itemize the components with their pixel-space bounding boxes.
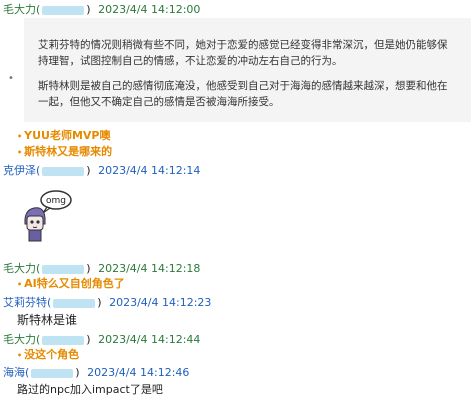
redacted-id <box>42 166 85 176</box>
paren: ) <box>86 3 91 16</box>
sender-name[interactable]: 毛大力( <box>3 333 40 346</box>
redacted-id <box>42 264 85 274</box>
redacted-id <box>31 368 74 378</box>
bullet-icon: • <box>8 73 14 84</box>
paren: ) <box>86 333 91 346</box>
timestamp: 2023/4/4 14:12:46 <box>87 366 190 379</box>
bullet-icon: • <box>17 280 23 289</box>
paren: ) <box>97 296 102 309</box>
bullet-icon: • <box>17 132 23 141</box>
message-header-4: 艾莉芬特() 2023/4/4 14:12:23 <box>3 296 211 310</box>
timestamp: 2023/4/4 14:12:00 <box>98 3 201 16</box>
message-header-2: 克伊泽() 2023/4/4 14:12:14 <box>3 164 200 178</box>
paren: ) <box>86 164 91 177</box>
message-text: 斯特林是谁 <box>17 313 78 327</box>
timestamp: 2023/4/4 14:12:14 <box>98 164 201 177</box>
sender-name[interactable]: 海海( <box>3 366 29 379</box>
bullet-icon: • <box>17 148 23 157</box>
sender-name[interactable]: 毛大力( <box>3 3 40 16</box>
quoted-text-block: 艾莉芬特的情况则稍微有些不同，她对于恋爱的感觉已经变得非常深沉，但是她仍能够保持… <box>24 18 471 122</box>
sender-name[interactable]: 毛大力( <box>3 262 40 275</box>
timestamp: 2023/4/4 14:12:18 <box>98 262 201 275</box>
sticker-text: omg <box>46 196 66 206</box>
paren: ) <box>75 366 80 379</box>
timestamp: 2023/4/4 14:12:44 <box>98 333 201 346</box>
sender-name[interactable]: 艾莉芬特( <box>3 296 51 309</box>
message-header-5: 毛大力() 2023/4/4 14:12:44 <box>3 333 200 347</box>
redacted-id <box>53 298 96 308</box>
message-text: 路过的npc加入impact了是吧 <box>17 383 163 396</box>
sticker-image[interactable]: omg <box>20 186 72 244</box>
sender-name[interactable]: 克伊泽( <box>3 164 40 177</box>
message-text: • 斯特林又是哪来的 <box>17 145 113 158</box>
paren: ) <box>86 262 91 275</box>
message-text: • YUU老师MVP噢 <box>17 129 111 142</box>
redacted-id <box>42 335 85 345</box>
redacted-id <box>42 5 85 15</box>
message-text: • 没这个角色 <box>17 348 80 361</box>
message-text: • AI特么又自创角色了 <box>17 277 125 290</box>
message-header-3: 毛大力() 2023/4/4 14:12:18 <box>3 262 200 276</box>
message-header-1: 毛大力() 2023/4/4 14:12:00 <box>3 3 200 17</box>
bullet-icon: • <box>17 351 23 360</box>
timestamp: 2023/4/4 14:12:23 <box>109 296 212 309</box>
quote-paragraph-2: 斯特林则是被自己的感情彻底淹没，他感受到自己对于海海的感情越来越深，想要和他在一… <box>38 80 448 108</box>
quote-paragraph-1: 艾莉芬特的情况则稍微有些不同，她对于恋爱的感觉已经变得非常深沉，但是她仍能够保持… <box>38 39 448 67</box>
message-header-6: 海海() 2023/4/4 14:12:46 <box>3 366 189 380</box>
